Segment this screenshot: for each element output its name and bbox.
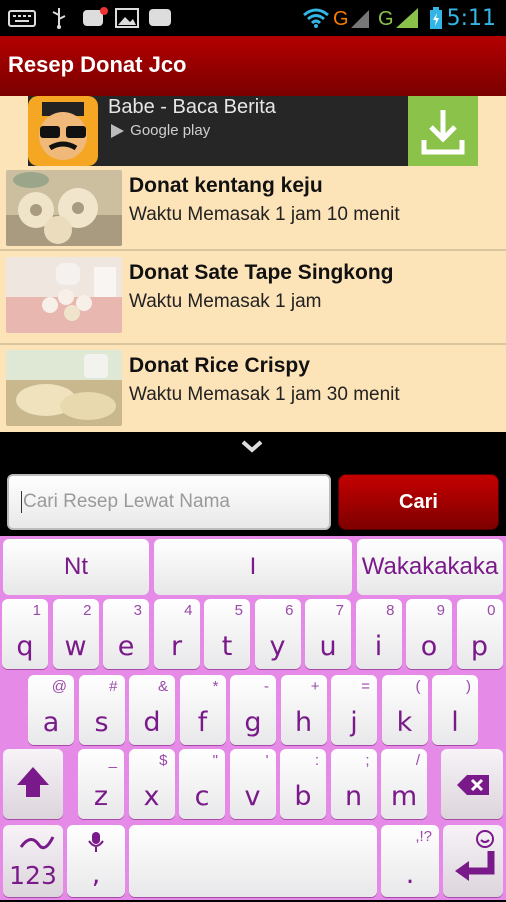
backspace-icon [457, 775, 489, 795]
key-t[interactable]: 5t [204, 599, 250, 669]
recipe-title: Donat kentang keju [129, 174, 323, 197]
key-e[interactable]: 3e [103, 599, 149, 669]
recipe-title: Donat Sate Tape Singkong [129, 261, 394, 284]
recipe-thumbnail [6, 170, 122, 246]
recipe-thumbnail [6, 350, 122, 426]
recipe-time: Waktu Memasak 1 jam [129, 291, 322, 312]
search-bar: Cari [0, 464, 506, 536]
key-r[interactable]: 4r [153, 599, 200, 669]
keyboard-collapse-bar[interactable] [0, 432, 506, 464]
space-key[interactable] [129, 825, 377, 897]
shift-arrow-icon [17, 767, 49, 797]
key-n[interactable]: ; n [330, 749, 377, 819]
wifi-icon [303, 8, 329, 28]
recipe-time: Waktu Memasak 1 jam 30 menit [129, 384, 400, 405]
bbm-icon [149, 9, 171, 26]
search-input[interactable] [7, 474, 331, 530]
enter-key[interactable] [443, 825, 503, 897]
smiley-icon [476, 830, 494, 848]
chevron-down-icon[interactable] [241, 438, 263, 454]
app-title: Resep Donat Jco [8, 52, 187, 77]
key-h[interactable]: + h [280, 675, 327, 745]
key-p[interactable]: 0p [456, 599, 503, 669]
key-u[interactable]: 7u [305, 599, 351, 669]
recipe-list[interactable]: Babe - Baca Berita Google play Donat ken… [0, 96, 506, 432]
recipe-thumbnail [6, 257, 122, 333]
key-z[interactable]: _ z [78, 749, 124, 819]
signal-g-icon: G [378, 8, 418, 29]
key-k[interactable]: (k [381, 675, 428, 745]
text-cursor [21, 491, 22, 513]
ad-store: Google play [108, 122, 210, 140]
key-m[interactable]: / m [381, 749, 427, 819]
key-l[interactable]: ) l [432, 675, 478, 745]
list-item[interactable]: Donat kentang keju Waktu Memasak 1 jam 1… [0, 166, 506, 251]
key-w[interactable]: 2w [52, 599, 99, 669]
key-o[interactable]: 9o [406, 599, 452, 669]
key-g[interactable]: -g [230, 675, 276, 745]
key-d[interactable]: & d [129, 675, 175, 745]
search-button[interactable]: Cari [338, 474, 499, 530]
svg-text:G: G [378, 8, 394, 29]
key-a[interactable]: @ a [28, 675, 74, 745]
key-i[interactable]: 8i [355, 599, 402, 669]
backspace-key[interactable] [441, 749, 503, 819]
status-bar: G G 5:11 [0, 0, 506, 36]
suggestion-3[interactable]: Wakakakaka [357, 539, 503, 595]
key-q[interactable]: 1q [2, 599, 48, 669]
suggestion-1[interactable]: Nt [3, 539, 149, 595]
usb-icon [52, 8, 66, 29]
recipe-time: Waktu Memasak 1 jam 10 menit [129, 204, 400, 225]
keyboard-icon [8, 10, 36, 27]
app-bar: Resep Donat Jco [0, 36, 506, 96]
key-x[interactable]: $ x [128, 749, 175, 819]
clock: 5:11 [446, 6, 496, 31]
suggestion-2[interactable]: I [154, 539, 352, 595]
key-s[interactable]: # s [78, 675, 125, 745]
recipe-title: Donat Rice Crispy [129, 354, 310, 377]
play-store-icon [111, 124, 124, 139]
bbm-notification-icon [83, 7, 108, 26]
swype-icon [19, 836, 55, 850]
ad-banner[interactable]: Babe - Baca Berita Google play [28, 96, 478, 166]
numbers-key[interactable]: 123 [3, 825, 63, 897]
list-item[interactable]: Donat Sate Tape Singkong Waktu Memasak 1… [0, 253, 506, 345]
download-icon [421, 110, 465, 155]
ad-app-icon [28, 96, 98, 166]
key-y[interactable]: 6y [254, 599, 301, 669]
signal-g-icon: G [333, 8, 369, 29]
comma-key[interactable]: , [67, 825, 125, 897]
key-c[interactable]: " c [179, 749, 225, 819]
battery-charging-icon [430, 7, 442, 29]
list-item[interactable]: Donat Rice Crispy Waktu Memasak 1 jam 30… [0, 346, 506, 432]
ad-download-button[interactable] [408, 96, 478, 166]
shift-key[interactable] [3, 749, 63, 819]
key-v[interactable]: ' v [229, 749, 276, 819]
ad-title: Babe - Baca Berita [108, 96, 276, 118]
microphone-icon [88, 832, 104, 852]
svg-text:G: G [333, 8, 349, 29]
keyboard: Nt I Wakakakaka 1q2w3e4r5t6y7u8i9o0p @ a #… [0, 536, 506, 900]
period-key[interactable]: ,!? . [381, 825, 439, 897]
key-f[interactable]: * f [179, 675, 226, 745]
key-j[interactable]: = j [331, 675, 377, 745]
gallery-icon [115, 8, 139, 28]
key-b[interactable]: :b [280, 749, 326, 819]
